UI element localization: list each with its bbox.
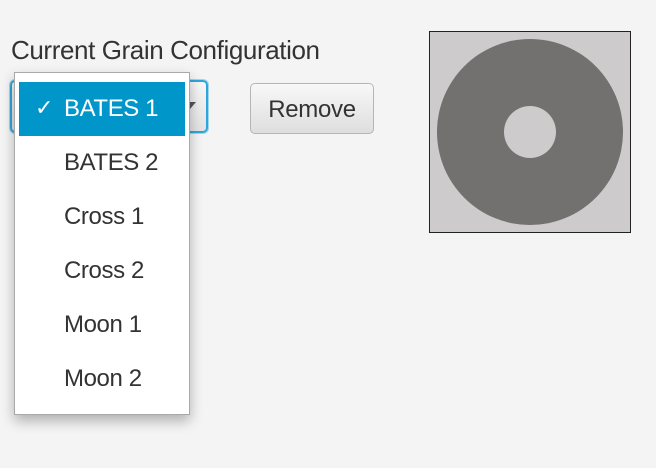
grain-preview bbox=[429, 31, 631, 233]
dropdown-option-bates-2[interactable]: BATES 2 bbox=[19, 136, 185, 190]
dropdown-option-label: Cross 2 bbox=[64, 257, 144, 284]
grain-dropdown-list: ✓ BATES 1 BATES 2 Cross 1 Cross 2 Moon 1… bbox=[14, 72, 190, 415]
dropdown-option-label: BATES 1 bbox=[64, 95, 159, 122]
dropdown-option-cross-2[interactable]: Cross 2 bbox=[19, 244, 185, 298]
dropdown-option-label: Moon 2 bbox=[64, 365, 142, 392]
remove-button[interactable]: Remove bbox=[250, 83, 374, 134]
dropdown-option-cross-1[interactable]: Cross 1 bbox=[19, 190, 185, 244]
checkmark-icon: ✓ bbox=[34, 96, 54, 121]
dropdown-option-label: BATES 2 bbox=[64, 149, 159, 176]
dropdown-option-moon-1[interactable]: Moon 1 bbox=[19, 298, 185, 352]
page-title: Current Grain Configuration bbox=[11, 35, 320, 65]
dropdown-option-moon-2[interactable]: Moon 2 bbox=[19, 352, 185, 406]
dropdown-option-bates-1[interactable]: ✓ BATES 1 bbox=[19, 82, 185, 136]
dropdown-option-label: Cross 1 bbox=[64, 203, 144, 230]
grain-core-hole bbox=[504, 106, 556, 158]
grain-cross-section bbox=[437, 39, 623, 225]
dropdown-option-label: Moon 1 bbox=[64, 311, 142, 338]
